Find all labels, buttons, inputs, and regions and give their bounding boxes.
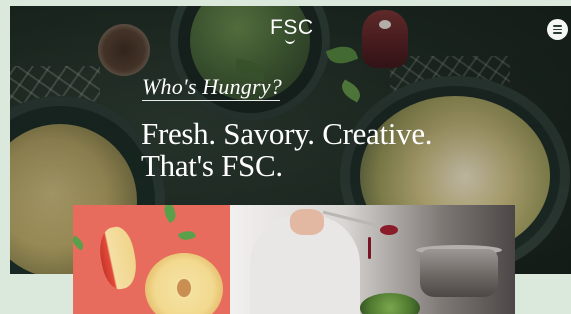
saucepan (420, 249, 498, 297)
spoon-sauce (380, 225, 398, 235)
apple-leaf (73, 235, 86, 251)
tagline-underline (142, 100, 280, 101)
chef-photo (230, 205, 515, 314)
hamburger-menu-icon (553, 32, 562, 34)
apple-photo (73, 205, 230, 314)
apple-slice (94, 224, 142, 292)
chef-hand (290, 209, 324, 235)
apple-leaf (160, 205, 180, 224)
apple-core (177, 279, 191, 297)
headline-line-2: That's FSC. (141, 148, 283, 183)
salad-garnish (360, 293, 420, 314)
hamburger-menu-icon (553, 28, 562, 31)
hero-headline: Fresh. Savory. Creative. That's FSC. (141, 116, 433, 183)
menu-button[interactable] (547, 19, 568, 40)
hamburger-menu-icon (553, 25, 562, 27)
apple-leaf (177, 228, 197, 243)
sauce-drip (368, 237, 371, 259)
hero-tagline: Who's Hungry? (142, 74, 282, 99)
headline-line-1: Fresh. Savory. Creative. (141, 116, 433, 151)
